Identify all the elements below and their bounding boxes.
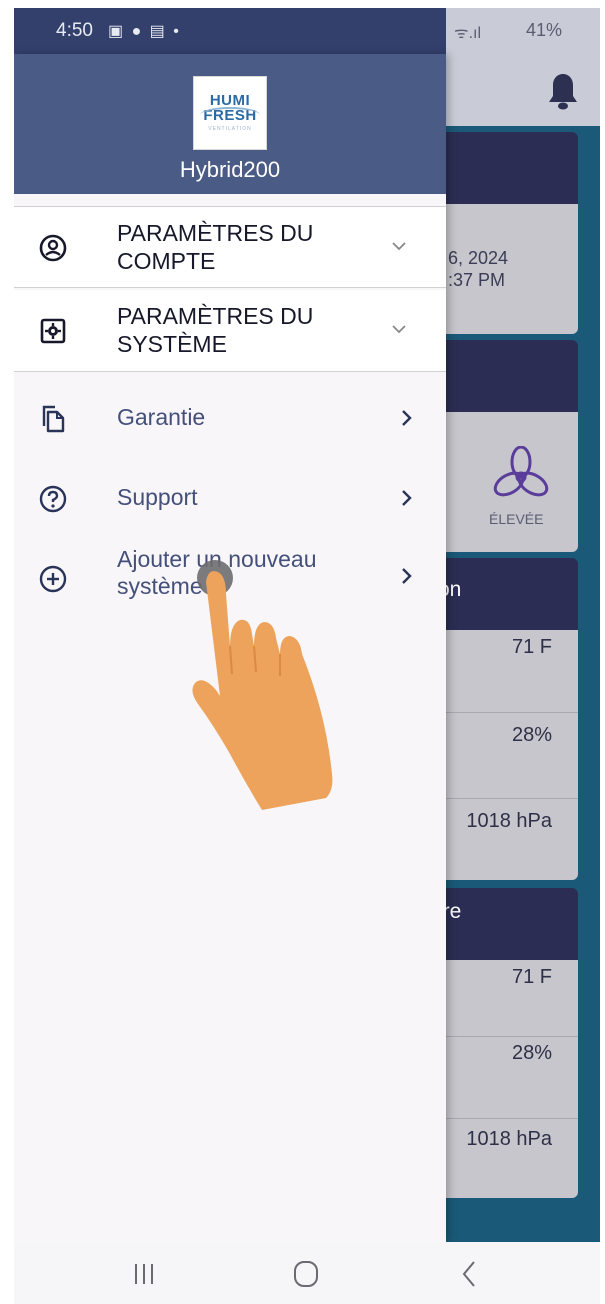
bell-icon[interactable] xyxy=(548,72,578,110)
nav-label-warranty: Garantie xyxy=(117,404,206,430)
chevron-right-icon xyxy=(402,568,412,584)
chevron-down-icon[interactable] xyxy=(390,237,408,255)
pressure-value: 1018 hPa xyxy=(466,810,552,832)
logo-swoosh xyxy=(200,107,260,123)
status-bar: 4:50 ▣ ● ▤ • ᯤ.ıl 41% xyxy=(14,8,600,54)
temperature-value: 71 F xyxy=(511,966,552,988)
home-icon[interactable] xyxy=(286,1256,326,1292)
chevron-right-icon xyxy=(402,410,412,426)
divider xyxy=(434,712,578,713)
temperature-value: 71 F xyxy=(511,636,552,658)
pressure-value: 1018 hPa xyxy=(466,1128,552,1150)
tap-hand-pointer-icon xyxy=(192,560,333,810)
chevron-right-icon xyxy=(402,490,412,506)
divider xyxy=(434,798,578,799)
drawer-header: HUMI FRESH VENTILATION Hybrid200 xyxy=(14,54,446,194)
card-body-section-a: 71 F 28% 1018 hPa xyxy=(434,630,578,880)
copy-document-icon xyxy=(42,405,65,433)
back-icon[interactable] xyxy=(450,1256,490,1292)
help-circle-icon xyxy=(39,485,67,513)
date-text: 6, 2024 xyxy=(448,248,509,268)
account-circle-icon xyxy=(39,234,67,262)
card-header-date xyxy=(434,132,578,204)
system-settings-section[interactable]: PARAMÈTRES DU SYSTÈME xyxy=(14,290,446,372)
wifi-signal-icon: ᯤ.ıl xyxy=(454,25,482,42)
chevron-down-icon[interactable] xyxy=(390,320,408,338)
divider xyxy=(434,1118,578,1119)
system-settings-title: PARAMÈTRES DU SYSTÈME xyxy=(117,303,314,357)
account-settings-title: PARAMÈTRES DU COMPTE xyxy=(117,220,314,274)
nav-item-support[interactable]: Support xyxy=(14,460,446,538)
logo-tagline: VENTILATION xyxy=(208,126,252,132)
device-name: Hybrid200 xyxy=(179,157,281,182)
android-nav-bar xyxy=(14,1242,600,1304)
fan-speed-label: ÉLEVÉE xyxy=(489,511,544,527)
account-settings-section[interactable]: PARAMÈTRES DU COMPTE xyxy=(14,206,446,288)
card-body-date: 6, 2024 :37 PM xyxy=(434,204,578,334)
battery-level: 41% xyxy=(525,20,562,40)
card-header-section-a: on xyxy=(434,558,578,630)
card-header-fan xyxy=(434,340,578,412)
nav-label-support: Support xyxy=(117,484,198,510)
fan-icon xyxy=(493,446,549,497)
humidity-value: 28% xyxy=(511,1042,552,1064)
system-settings-icon xyxy=(40,318,66,344)
humidity-value: 28% xyxy=(511,724,552,746)
add-circle-icon xyxy=(39,565,67,593)
divider xyxy=(434,1036,578,1037)
clock: 4:50 xyxy=(56,20,93,41)
card-header-section-b: ire xyxy=(434,888,578,960)
nav-item-warranty[interactable]: Garantie xyxy=(14,380,446,458)
humifresh-logo: HUMI FRESH VENTILATION xyxy=(193,76,267,150)
recent-apps-icon[interactable] xyxy=(124,1256,164,1292)
notification-icons: ▣ ● ▤ • xyxy=(108,23,181,40)
time-text: :37 PM xyxy=(448,270,506,290)
card-body-section-b: 71 F 28% 1018 hPa xyxy=(434,960,578,1198)
